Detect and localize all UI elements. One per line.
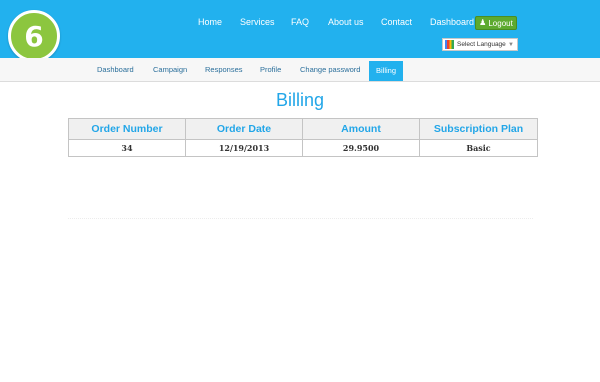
cell-amount: 29.9500: [302, 139, 420, 157]
column-header-order-number: Order Number: [68, 118, 186, 140]
tab-campaign[interactable]: Campaign: [153, 58, 187, 81]
nav-services-link[interactable]: Services: [240, 17, 275, 27]
language-label: Select Language: [457, 41, 506, 48]
tab-responses[interactable]: Responses: [205, 58, 243, 81]
cell-order-number: 34: [68, 139, 186, 157]
logout-button[interactable]: ♟ Logout: [475, 16, 517, 30]
column-header-order-date: Order Date: [185, 118, 303, 140]
nav-contact-link[interactable]: Contact: [381, 17, 412, 27]
nav-about-link[interactable]: About us: [328, 17, 364, 27]
column-header-subscription-plan: Subscription Plan: [419, 118, 538, 140]
table-header-row: Order Number Order Date Amount Subscript…: [68, 118, 538, 140]
tab-profile[interactable]: Profile: [260, 58, 281, 81]
top-bar: Home Services FAQ About us Contact Dashb…: [0, 0, 600, 58]
page-title: Billing: [275, 90, 325, 110]
table-row: 34 12/19/2013 29.9500 Basic: [68, 139, 538, 157]
cell-order-date: 12/19/2013: [185, 139, 303, 157]
language-select[interactable]: Select Language ▼: [442, 38, 518, 51]
sub-nav: Dashboard Campaign Responses Profile Cha…: [0, 58, 600, 82]
divider: [68, 218, 533, 219]
billing-table: Order Number Order Date Amount Subscript…: [68, 118, 538, 157]
step-badge: 6: [8, 10, 60, 62]
nav-home-link[interactable]: Home: [198, 17, 222, 27]
tab-change-password[interactable]: Change password: [300, 58, 360, 81]
column-header-amount: Amount: [302, 118, 420, 140]
tab-billing[interactable]: Billing: [369, 61, 404, 81]
dropdown-arrow-icon: ▼: [508, 41, 514, 48]
tab-dashboard[interactable]: Dashboard: [97, 58, 134, 81]
user-icon: ♟: [479, 18, 487, 27]
nav-dashboard-link[interactable]: Dashboard: [430, 17, 474, 27]
google-translate-icon: [445, 40, 454, 49]
cell-subscription-plan: Basic: [419, 139, 538, 157]
nav-faq-link[interactable]: FAQ: [291, 17, 309, 27]
logout-label: Logout: [488, 18, 513, 28]
